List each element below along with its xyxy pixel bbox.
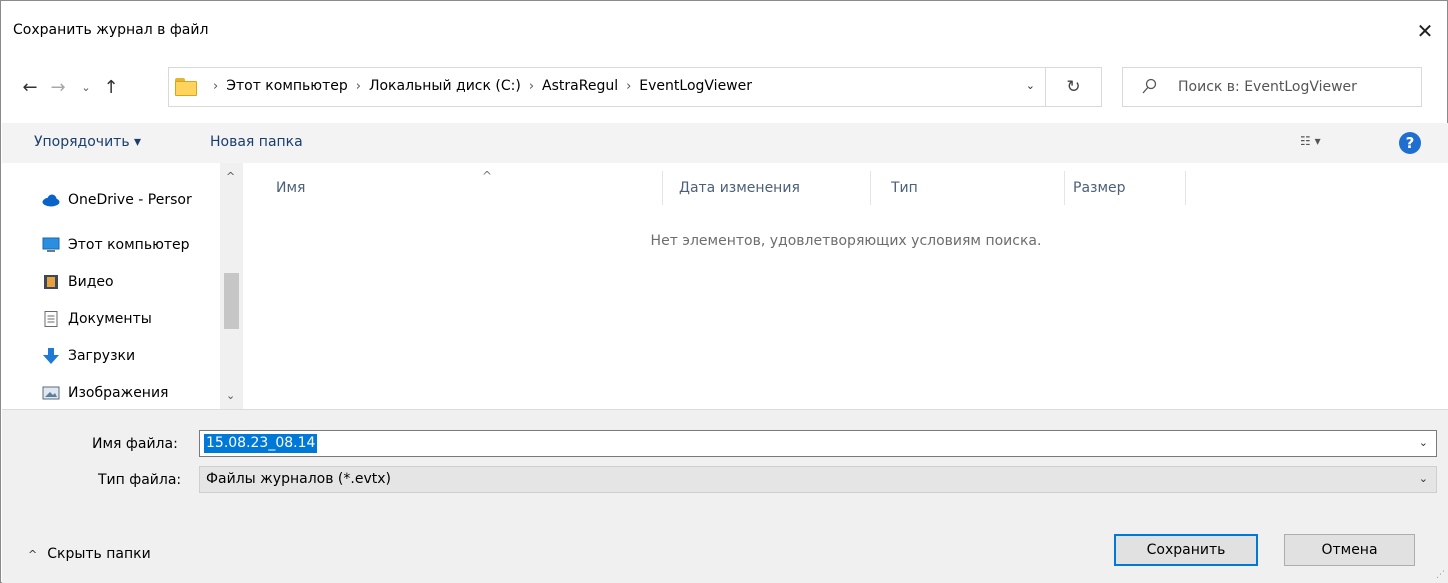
- breadcrumb-separator[interactable]: ›: [626, 79, 631, 94]
- refresh-button[interactable]: ↻: [1046, 67, 1102, 107]
- empty-message: Нет элементов, удовлетворяющих условиям …: [650, 233, 1042, 249]
- file-list: Имя ^ Дата изменения Тип Размер Нет элем…: [244, 163, 1448, 409]
- organize-button[interactable]: Упорядочить ▾: [34, 134, 141, 150]
- sidebar-item-video[interactable]: Видео: [42, 267, 114, 297]
- column-label: Имя: [276, 180, 306, 196]
- address-bar[interactable]: › Этот компьютер › Локальный диск (C:) ›…: [168, 67, 1046, 107]
- scroll-thumb[interactable]: [224, 273, 239, 329]
- download-icon: [43, 348, 59, 364]
- search-placeholder: Поиск в: EventLogViewer: [1178, 79, 1357, 95]
- folder-icon: [175, 78, 197, 96]
- column-label: Размер: [1073, 180, 1126, 196]
- cancel-button[interactable]: Отмена: [1284, 534, 1415, 566]
- sidebar-item-label: Документы: [68, 311, 152, 327]
- sidebar-item-this-pc[interactable]: Этот компьютер: [42, 230, 190, 260]
- column-header-size[interactable]: Размер: [1065, 171, 1186, 205]
- sidebar-item-downloads[interactable]: Загрузки: [42, 341, 135, 371]
- command-toolbar: Упорядочить ▾ Новая папка ☷ ▾ ?: [2, 123, 1448, 163]
- save-button[interactable]: Сохранить: [1114, 534, 1258, 566]
- sidebar-item-pictures[interactable]: Изображения: [42, 378, 168, 408]
- sidebar-item-documents[interactable]: Документы: [42, 304, 152, 334]
- column-header-date[interactable]: Дата изменения: [671, 171, 871, 205]
- filename-value[interactable]: 15.08.23_08.14: [204, 434, 318, 453]
- chevron-down-icon[interactable]: ⌄: [1419, 472, 1428, 485]
- column-header-type[interactable]: Тип: [883, 171, 1065, 205]
- cloud-icon: [42, 194, 60, 207]
- title-bar: Сохранить журнал в файл ✕: [1, 1, 1447, 53]
- chevron-down-icon[interactable]: ⌄: [1419, 436, 1428, 449]
- breadcrumb-item[interactable]: Локальный диск (C:): [369, 78, 521, 94]
- help-icon[interactable]: ?: [1399, 132, 1421, 154]
- close-button[interactable]: ✕: [1403, 13, 1447, 49]
- breadcrumb-item[interactable]: Этот компьютер: [226, 78, 348, 94]
- sidebar-item-label: Этот компьютер: [68, 237, 190, 253]
- pictures-icon: [42, 386, 60, 400]
- sidebar-item-label: OneDrive - Persor: [68, 192, 192, 208]
- breadcrumb-item[interactable]: EventLogViewer: [639, 78, 752, 94]
- back-button[interactable]: ←: [18, 73, 42, 101]
- filetype-label: Тип файла:: [98, 472, 182, 488]
- filetype-select[interactable]: Файлы журналов (*.evtx) ⌄: [199, 466, 1437, 493]
- search-icon: [1142, 78, 1157, 94]
- filetype-value: Файлы журналов (*.evtx): [206, 471, 391, 487]
- recent-locations-button[interactable]: ⌄: [74, 73, 98, 101]
- breadcrumb-separator[interactable]: ›: [356, 79, 361, 94]
- filename-field[interactable]: 15.08.23_08.14 ⌄: [199, 430, 1437, 457]
- computer-icon: [42, 237, 60, 252]
- scroll-down-icon[interactable]: ⌄: [226, 389, 235, 402]
- dialog-title: Сохранить журнал в файл: [13, 22, 209, 38]
- save-form: Имя файла: 15.08.23_08.14 ⌄ Тип файла: Ф…: [2, 409, 1448, 583]
- breadcrumb-separator[interactable]: ›: [213, 79, 218, 94]
- address-row: ← → ⌄ ↑ › Этот компьютер › Локальный дис…: [1, 67, 1447, 107]
- hide-folders-button[interactable]: ^ Скрыть папки: [28, 546, 151, 562]
- new-folder-button[interactable]: Новая папка: [210, 134, 303, 150]
- breadcrumb: › Этот компьютер › Локальный диск (C:) ›…: [205, 78, 752, 94]
- save-dialog: Сохранить журнал в файл ✕ ← → ⌄ ↑ › Этот…: [0, 0, 1448, 583]
- breadcrumb-item[interactable]: AstraRegul: [542, 78, 618, 94]
- view-options-button[interactable]: ☷ ▾: [1300, 134, 1352, 154]
- filename-label: Имя файла:: [92, 436, 178, 452]
- column-label: Дата изменения: [679, 180, 800, 196]
- documents-icon: [44, 311, 58, 327]
- sidebar-item-label: Загрузки: [68, 348, 136, 364]
- search-input[interactable]: Поиск в: EventLogViewer: [1122, 67, 1422, 107]
- hide-folders-label: Скрыть папки: [47, 546, 151, 562]
- sidebar-item-label: Видео: [68, 274, 114, 290]
- breadcrumb-separator[interactable]: ›: [529, 79, 534, 94]
- resize-grip-icon[interactable]: ⋰: [1436, 570, 1445, 580]
- column-label: Тип: [891, 180, 918, 196]
- nav-scrollbar[interactable]: ^ ⌄: [220, 163, 243, 409]
- forward-button[interactable]: →: [46, 73, 70, 101]
- chevron-down-icon[interactable]: ⌄: [1026, 79, 1035, 92]
- sidebar-item-label: Изображения: [68, 385, 169, 401]
- navigation-pane: OneDrive - Persor Этот компьютер Видео Д…: [2, 163, 244, 409]
- chevron-up-icon: ^: [28, 547, 38, 561]
- scroll-up-icon[interactable]: ^: [226, 170, 235, 183]
- sidebar-item-onedrive[interactable]: OneDrive - Persor: [42, 185, 192, 215]
- sort-up-icon: ^: [482, 169, 493, 183]
- up-button[interactable]: ↑: [99, 73, 123, 101]
- column-header-name[interactable]: Имя ^: [268, 169, 663, 205]
- video-icon: [44, 275, 58, 289]
